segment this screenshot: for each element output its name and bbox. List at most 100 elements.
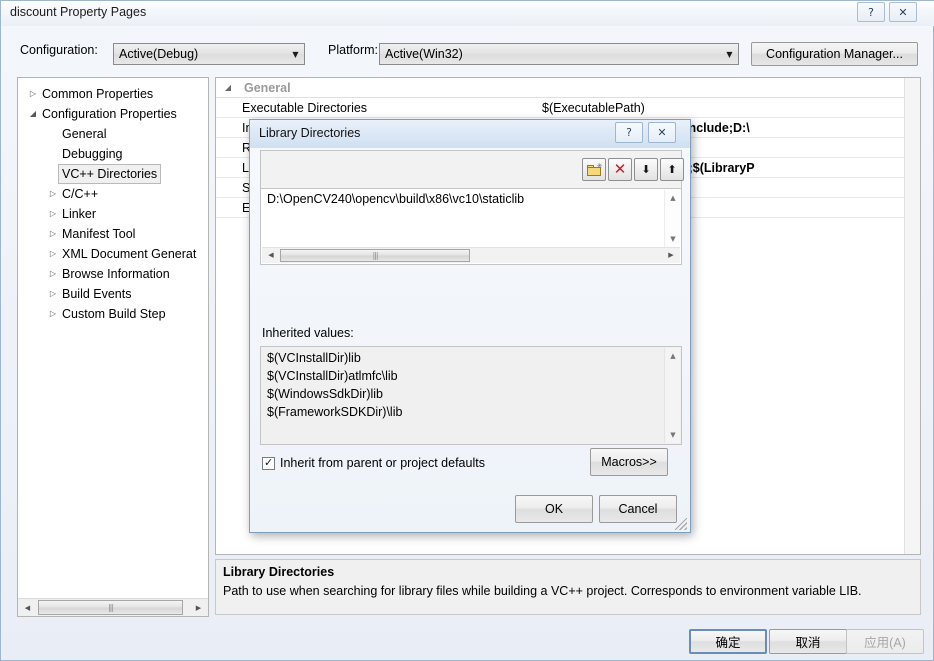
inherited-vertical-scrollbar[interactable]: ▲ ▼ [664,348,680,443]
grid-category-general[interactable]: ◢ General [216,78,920,98]
inherited-values-box: $(VCInstallDir)lib $(VCInstallDir)atlmfc\… [260,346,682,445]
move-up-button[interactable]: ⬆ [660,158,684,181]
chevron-down-icon: ▼ [726,49,733,59]
scroll-up-icon[interactable]: ▲ [665,349,681,363]
dialog-ok-button[interactable]: OK [515,495,593,523]
delete-x-icon: ✕ [613,160,627,178]
grid-row-value[interactable]: $(ExecutablePath) [542,98,914,118]
chevron-right-icon[interactable]: ▷ [26,84,40,104]
scroll-right-icon[interactable]: ▶ [190,599,207,616]
inherited-value-item: $(WindowsSdkDir)lib [267,387,383,401]
tree-item-common-properties[interactable]: ▷ Common Properties [18,84,208,104]
tree-item-label: Configuration Properties [42,107,177,121]
directories-list[interactable]: D:\OpenCV240\opencv\build\x86\vc10\stati… [262,190,664,247]
directory-entry[interactable]: D:\OpenCV240\opencv\build\x86\vc10\stati… [262,190,664,208]
scroll-left-icon[interactable]: ◀ [19,599,36,616]
tree-item-label: Common Properties [42,87,154,101]
chevron-right-icon[interactable]: ▷ [46,204,60,224]
cancel-button[interactable]: 取消 [769,629,847,654]
tree-item-linker[interactable]: ▷ Linker [18,204,208,224]
chevron-right-icon[interactable]: ▷ [46,184,60,204]
inherit-checkbox[interactable]: ✓ [262,456,275,470]
scroll-down-icon[interactable]: ▼ [665,428,681,442]
tree-item-label: Linker [62,207,97,221]
editor-scrollbar-thumb[interactable]: ||| [280,249,470,262]
grid-category-label: General [244,81,291,95]
chevron-right-icon[interactable]: ▷ [46,224,60,244]
tree-item-label: Browse Information [62,267,170,281]
scroll-left-icon[interactable]: ◀ [263,248,279,262]
close-button[interactable]: ✕ [889,2,917,22]
library-directories-dialog: Library Directories ? ✕ ✳ ✕ ⬇ ⬆ D:\OpenC… [249,119,691,533]
description-title: Library Directories [223,565,335,579]
tree-item-xml-document-generat[interactable]: ▷ XML Document Generat [18,244,208,264]
tree-item-custom-build-step[interactable]: ▷ Custom Build Step [18,304,208,324]
editor-horizontal-scrollbar[interactable]: ◀ ||| ▶ [262,247,680,263]
tree-item-build-events[interactable]: ▷ Build Events [18,284,208,304]
tree-item-label: General [62,127,107,141]
new-folder-button[interactable]: ✳ [582,158,606,181]
chevron-right-icon[interactable]: ▷ [46,264,60,284]
chevron-right-icon[interactable]: ▷ [46,284,60,304]
new-folder-icon: ✳ [586,162,603,176]
tree-item-label: Build Events [62,287,132,301]
move-down-button[interactable]: ⬇ [634,158,658,181]
tree-item-configuration-properties[interactable]: ◢ Configuration Properties [18,104,208,124]
delete-entry-button[interactable]: ✕ [608,158,632,181]
resize-grip[interactable] [675,518,687,530]
inherited-value-item: $(VCInstallDir)atlmfc\lib [267,369,398,383]
editor-vertical-scrollbar[interactable]: ▲ ▼ [664,190,680,247]
grid-row[interactable]: Executable Directories $(ExecutablePath) [216,98,920,118]
description-pane: Library Directories Path to use when sea… [215,559,921,615]
tree-item-general[interactable]: General [18,124,208,144]
help-icon: ? [868,5,874,19]
tree-item-browse-information[interactable]: ▷ Browse Information [18,264,208,284]
apply-label: 应用(A) [864,636,906,650]
tree-horizontal-scrollbar[interactable]: ◀ ||| ▶ [18,598,208,616]
dialog-titlebar: Library Directories ? ✕ [250,120,690,148]
scroll-up-icon[interactable]: ▲ [665,191,681,205]
close-icon: ✕ [898,5,908,19]
directories-editor[interactable]: D:\OpenCV240\opencv\build\x86\vc10\stati… [260,188,682,265]
ok-button[interactable]: 确定 [689,629,767,654]
platform-dropdown[interactable]: Active(Win32) ▼ [379,43,739,65]
inherited-value-item: $(VCInstallDir)lib [267,351,361,365]
configuration-label: Configuration: [20,43,98,57]
close-icon: ✕ [657,126,667,139]
configuration-dropdown[interactable]: Active(Debug) ▼ [113,43,305,65]
dialog-title: Library Directories [259,126,361,140]
window-title: discount Property Pages [10,5,147,19]
grid-vertical-scrollbar[interactable] [904,78,920,554]
properties-tree[interactable]: ▷ Common Properties ◢ Configuration Propert… [18,78,208,598]
tree-item-label: VC++ Directories [58,164,162,184]
chevron-right-icon[interactable]: ▷ [46,304,60,324]
tree-item-manifest-tool[interactable]: ▷ Manifest Tool [18,224,208,244]
macros-button[interactable]: Macros>> [590,448,668,476]
chevron-down-icon[interactable]: ◢ [26,104,40,124]
grid-row-name: Executable Directories [242,101,368,115]
tree-scrollbar-thumb[interactable]: ||| [38,600,183,615]
inherited-value-item: $(FrameworkSDKDir)\lib [267,405,403,419]
tree-item-vc-directories[interactable]: VC++ Directories [18,164,208,184]
dialog-close-button[interactable]: ✕ [648,122,676,143]
help-button[interactable]: ? [857,2,885,22]
inherited-values-list: $(VCInstallDir)lib $(VCInstallDir)atlmfc\… [262,349,664,443]
tree-item-label: XML Document Generat [62,247,197,261]
tree-item-debugging[interactable]: Debugging [18,144,208,164]
platform-value: Active(Win32) [385,47,463,61]
check-icon: ✓ [264,456,274,469]
chevron-right-icon[interactable]: ▷ [46,244,60,264]
dialog-help-button[interactable]: ? [615,122,643,143]
arrow-down-icon: ⬇ [641,163,651,176]
tree-item-c-c[interactable]: ▷ C/C++ [18,184,208,204]
configuration-manager-button[interactable]: Configuration Manager... [751,42,918,66]
apply-button: 应用(A) [846,629,924,654]
inherit-checkbox-label[interactable]: Inherit from parent or project defaults [280,456,485,470]
dialog-cancel-button[interactable]: Cancel [599,495,677,523]
scroll-right-icon[interactable]: ▶ [663,248,679,262]
window-titlebar: discount Property Pages ? ✕ [1,1,934,26]
chevron-down-icon[interactable]: ◢ [222,78,234,98]
dialog-ok-label: OK [544,502,564,516]
configuration-value: Active(Debug) [119,47,199,61]
scroll-down-icon[interactable]: ▼ [665,232,681,246]
